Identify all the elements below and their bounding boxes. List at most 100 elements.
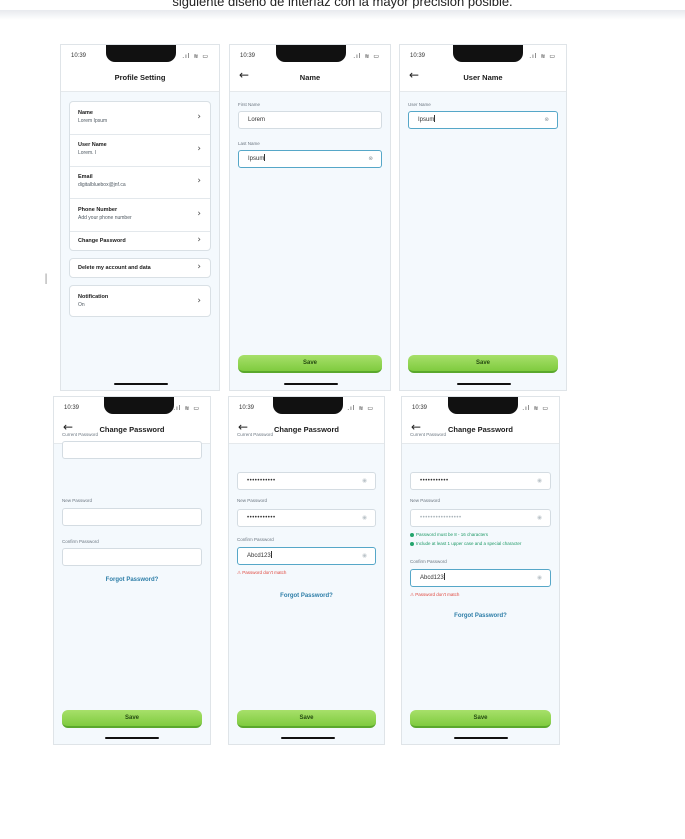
- notification-title: Notification: [78, 294, 109, 300]
- confirm-password-value: Abcd123: [420, 575, 444, 581]
- eye-icon[interactable]: ◉: [537, 473, 542, 489]
- username-label: User Name: [408, 102, 431, 107]
- chevron-right-icon: ›: [197, 112, 201, 122]
- text-caret: [270, 551, 272, 558]
- notch: [104, 397, 174, 414]
- forgot-password-link[interactable]: Forgot Password?: [402, 613, 559, 619]
- status-icons: .ıl ≋ ▭: [182, 53, 209, 60]
- caption-fade: [0, 10, 685, 20]
- save-button[interactable]: Save: [410, 710, 551, 728]
- username-screen: 10:39 .ıl ≋ ▭ ← User Name User Name Ipsu…: [399, 44, 567, 391]
- header: ← Name: [230, 67, 390, 92]
- confirm-password-value: Abcd123: [247, 553, 271, 559]
- eye-icon[interactable]: ◉: [362, 510, 367, 526]
- notch: [276, 45, 346, 62]
- username-field[interactable]: Ipsum ⊗: [408, 111, 558, 129]
- check-dot-icon: [410, 542, 414, 546]
- current-password-field[interactable]: ••••••••••• ◉: [237, 472, 376, 490]
- home-indicator: [105, 737, 159, 739]
- change-password-rules-screen: 10:39 .ıl ≋ ▭ ← Change Password Current …: [401, 396, 560, 745]
- password-length-rule: Password must be 8 - 16 characters: [410, 532, 488, 537]
- first-name-label: First Name: [238, 102, 261, 107]
- status-icons: .ıl ≋ ▭: [353, 53, 380, 60]
- chevron-right-icon: ›: [197, 296, 201, 306]
- confirm-password-field[interactable]: [62, 548, 202, 566]
- save-button[interactable]: Save: [237, 710, 376, 728]
- current-password-label: Current Password: [237, 432, 274, 437]
- notch: [453, 45, 523, 62]
- forgot-password-link[interactable]: Forgot Password?: [54, 577, 210, 583]
- notification-row[interactable]: Notification On ›: [69, 285, 211, 317]
- current-password-field[interactable]: [62, 441, 202, 459]
- save-button[interactable]: Save: [62, 710, 202, 728]
- notch: [448, 397, 518, 414]
- row-title: Phone Number: [78, 207, 118, 213]
- status-icons: .ıl ≋ ▭: [347, 405, 374, 412]
- caption-text: siguiente diseño de interfaz con la mayo…: [172, 0, 513, 9]
- new-password-label: New Password: [410, 498, 441, 503]
- text-cursor-icon: I: [44, 272, 49, 288]
- new-password-masked: •••••••••••: [247, 515, 276, 521]
- notch: [273, 397, 343, 414]
- row-value: digitalbluebox@jnf.ca: [78, 182, 126, 188]
- page-title: Name: [299, 73, 321, 82]
- profile-row-change-password[interactable]: Change Password ›: [70, 232, 210, 252]
- row-title: Name: [78, 110, 93, 116]
- status-time: 10:39: [410, 53, 426, 59]
- status-time: 10:39: [239, 405, 255, 411]
- chevron-right-icon: ›: [197, 144, 201, 154]
- change-password-mismatch-screen: 10:39 .ıl ≋ ▭ ← Change Password Current …: [228, 396, 385, 745]
- clear-icon[interactable]: ⊗: [368, 151, 373, 167]
- new-password-field[interactable]: [62, 508, 202, 526]
- check-dot-icon: [410, 533, 414, 537]
- profile-info-card: Name Lorem Ipsum › User Name Lorem. I › …: [69, 101, 211, 251]
- confirm-password-label: Confirm Password: [237, 537, 274, 542]
- current-password-label: Current Password: [410, 432, 447, 437]
- profile-row-name[interactable]: Name Lorem Ipsum ›: [70, 102, 210, 135]
- new-password-field[interactable]: •••••••••••••••• ◉: [410, 509, 551, 527]
- password-case-rule-text: Include at least 1 upper case and a spec…: [416, 541, 522, 546]
- text-caret: [443, 573, 445, 580]
- save-button[interactable]: Save: [238, 355, 382, 373]
- status-time: 10:39: [412, 405, 428, 411]
- eye-icon[interactable]: ◉: [537, 570, 542, 586]
- text-caret: [264, 154, 266, 161]
- row-value: Lorem. I: [78, 150, 97, 156]
- delete-account-button[interactable]: Delete my account and data ›: [69, 258, 211, 278]
- eye-icon[interactable]: ◉: [362, 548, 367, 564]
- profile-row-email[interactable]: Email digitalbluebox@jnf.ca ›: [70, 167, 210, 199]
- profile-row-phone[interactable]: Phone Number Add your phone number ›: [70, 199, 210, 232]
- eye-icon[interactable]: ◉: [537, 510, 542, 526]
- chevron-right-icon: ›: [197, 235, 201, 245]
- status-time: 10:39: [71, 53, 87, 59]
- forgot-password-link[interactable]: Forgot Password?: [229, 593, 384, 599]
- profile-setting-screen: 10:39 .ıl ≋ ▭ Profile Setting Name Lorem…: [60, 44, 220, 391]
- profile-row-username[interactable]: User Name Lorem. I ›: [70, 135, 210, 167]
- home-indicator: [457, 383, 511, 385]
- last-name-field[interactable]: Ipsum ⊗: [238, 150, 382, 168]
- password-mismatch-error: ⚠ Password don't match: [410, 592, 460, 597]
- password-case-rule: Include at least 1 upper case and a spec…: [410, 541, 521, 546]
- new-password-label: New Password: [62, 498, 93, 503]
- notification-value: On: [78, 302, 85, 308]
- status-icons: .ıl ≋ ▭: [522, 405, 549, 412]
- last-name-value: Ipsum: [248, 156, 265, 162]
- password-mismatch-error: ⚠ Password don't match: [237, 570, 287, 575]
- page-title: Profile Setting: [114, 73, 166, 82]
- eye-icon[interactable]: ◉: [362, 473, 367, 489]
- header: ← User Name: [400, 67, 566, 92]
- first-name-field[interactable]: Lorem: [238, 111, 382, 129]
- save-button[interactable]: Save: [408, 355, 558, 373]
- confirm-password-field[interactable]: Abcd123 ◉: [237, 547, 376, 565]
- home-indicator: [454, 737, 508, 739]
- current-password-field[interactable]: ••••••••••• ◉: [410, 472, 551, 490]
- row-title: User Name: [78, 142, 107, 148]
- clear-icon[interactable]: ⊗: [544, 112, 549, 128]
- header: Profile Setting: [61, 67, 219, 92]
- new-password-field[interactable]: ••••••••••• ◉: [237, 509, 376, 527]
- row-value: Add your phone number: [78, 215, 132, 221]
- home-indicator: [281, 737, 335, 739]
- confirm-password-field[interactable]: Abcd123 ◉: [410, 569, 551, 587]
- row-title: Change Password: [78, 238, 126, 244]
- password-length-rule-text: Password must be 8 - 16 characters: [416, 532, 489, 537]
